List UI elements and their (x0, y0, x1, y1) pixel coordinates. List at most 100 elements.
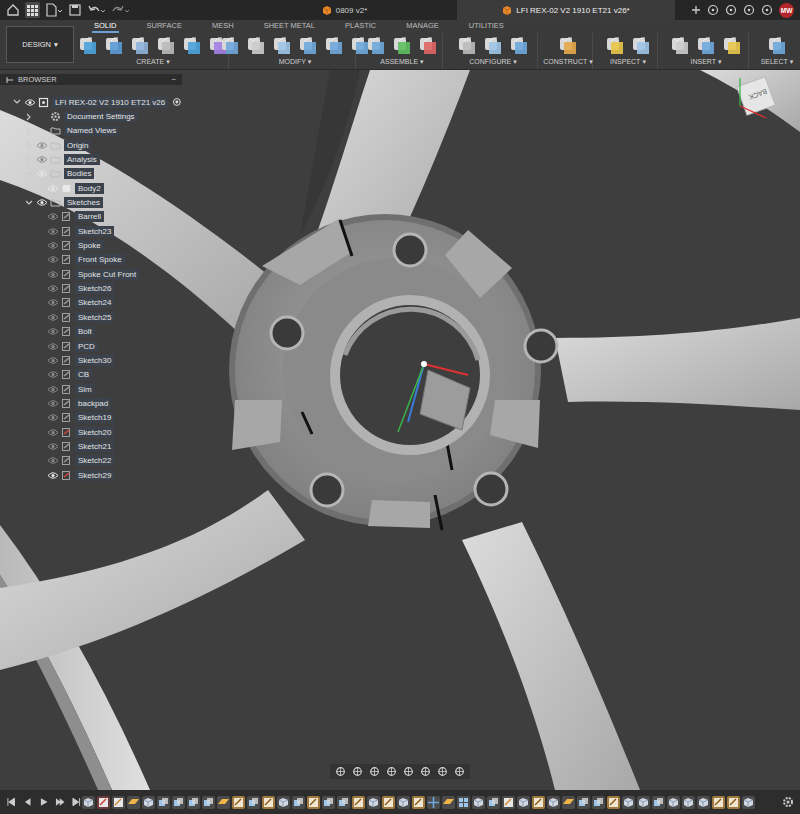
fit-icon[interactable] (403, 766, 414, 777)
visibility-toggle[interactable] (45, 284, 60, 293)
timeline-feature[interactable] (652, 796, 665, 809)
toolbar-group-menu[interactable]: CONSTRUCT▾ (543, 57, 592, 66)
visibility-toggle[interactable] (45, 270, 60, 279)
browser-item[interactable]: LFI REX-02 V2 1910 ET21 v26 (0, 95, 182, 109)
browser-item[interactable]: Barrell (0, 210, 182, 224)
go-to-start-icon[interactable] (6, 797, 16, 807)
orbit-icon[interactable] (335, 766, 346, 777)
browser-item[interactable]: backpad (0, 396, 182, 410)
timeline-feature[interactable] (532, 796, 545, 809)
toolbar-group-menu[interactable]: INSPECT▾ (610, 57, 646, 66)
browser-item[interactable]: Sketch24 (0, 296, 182, 310)
expand-toggle[interactable] (23, 113, 34, 121)
timeline-feature[interactable] (322, 796, 335, 809)
timeline-feature[interactable] (367, 796, 380, 809)
timeline-feature[interactable] (187, 796, 200, 809)
timeline-feature[interactable] (712, 796, 725, 809)
browser-item[interactable]: Sketch19 (0, 411, 182, 425)
visibility-toggle[interactable] (45, 212, 60, 221)
timeline-feature[interactable] (397, 796, 410, 809)
timeline-settings-icon[interactable] (782, 796, 794, 808)
visibility-toggle[interactable] (45, 342, 60, 351)
section-icon[interactable] (631, 35, 651, 55)
timeline-feature[interactable] (487, 796, 500, 809)
visibility-toggle[interactable] (45, 471, 60, 480)
browser-item[interactable]: Spoke Cut Front (0, 267, 182, 281)
browser-item[interactable]: Sketch20 (0, 425, 182, 439)
help-icon[interactable] (761, 4, 773, 16)
viewports-icon[interactable] (454, 766, 465, 777)
press-icon[interactable] (220, 35, 240, 55)
param-icon[interactable] (509, 35, 529, 55)
toolbar-tab[interactable]: MANAGE (404, 20, 441, 33)
data-panel-button[interactable] (25, 2, 40, 18)
pattern-icon[interactable] (182, 35, 202, 55)
browser-item[interactable]: CB (0, 368, 182, 382)
toolbar-group-menu[interactable]: CREATE▾ (136, 57, 169, 66)
undo-button[interactable] (87, 2, 106, 18)
toolbar-tab[interactable]: PLASTIC (343, 20, 378, 33)
config-icon[interactable] (483, 35, 503, 55)
redo-icon[interactable] (111, 3, 130, 17)
timeline-feature[interactable] (352, 796, 365, 809)
timeline-feature[interactable] (547, 796, 560, 809)
job-status-icon[interactable] (725, 4, 737, 16)
browser-item[interactable]: Sketch22 (0, 454, 182, 468)
browser-item[interactable]: Sketch29 (0, 468, 182, 482)
step-forward-icon[interactable] (55, 797, 65, 807)
visibility-toggle[interactable] (45, 399, 60, 408)
home-button[interactable] (6, 2, 20, 18)
timeline-feature[interactable] (577, 796, 590, 809)
browser-item[interactable]: Sketch30 (0, 353, 182, 367)
timeline-feature[interactable] (412, 796, 425, 809)
extensions-icon[interactable] (707, 4, 719, 16)
expand-toggle[interactable] (23, 199, 34, 207)
timeline-feature[interactable] (172, 796, 185, 809)
visibility-toggle[interactable] (45, 327, 60, 336)
timeline-feature[interactable] (502, 796, 515, 809)
browser-item[interactable]: Bolt (0, 325, 182, 339)
display-settings-icon[interactable] (420, 766, 431, 777)
redo-button[interactable] (111, 2, 130, 18)
visibility-toggle[interactable] (45, 313, 60, 322)
visibility-toggle[interactable] (45, 227, 60, 236)
expand-toggle[interactable] (23, 127, 34, 135)
timeline-feature[interactable] (592, 796, 605, 809)
expand-toggle[interactable] (23, 170, 34, 178)
save-button[interactable] (68, 2, 82, 18)
timeline-feature[interactable] (442, 796, 455, 809)
browser-item[interactable]: Sketch26 (0, 281, 182, 295)
timeline-feature[interactable] (382, 796, 395, 809)
timeline-feature[interactable] (562, 796, 575, 809)
save-icon[interactable] (68, 3, 82, 17)
table-icon[interactable] (457, 35, 477, 55)
visibility-toggle[interactable] (45, 442, 60, 451)
view-cube-face[interactable]: BACK (747, 88, 768, 101)
undo-icon[interactable] (87, 3, 106, 17)
toolbar-group-menu[interactable]: ASSEMBLE▾ (380, 57, 423, 66)
view-cube[interactable]: BACK (0, 70, 800, 150)
toolbar-group-menu[interactable]: MODIFY▾ (279, 57, 312, 66)
browser-item[interactable]: Body2 (0, 181, 182, 195)
go-to-end-icon[interactable] (72, 797, 82, 807)
user-avatar[interactable]: MW (779, 3, 794, 18)
move-icon[interactable] (350, 35, 370, 55)
visibility-toggle[interactable] (45, 385, 60, 394)
timeline-feature[interactable] (82, 796, 95, 809)
visibility-toggle[interactable] (45, 241, 60, 250)
timeline-feature[interactable] (697, 796, 710, 809)
browser-item[interactable]: Sim (0, 382, 182, 396)
browser-item[interactable]: Sketches (0, 195, 182, 209)
home-icon[interactable] (6, 3, 20, 17)
sketch-icon[interactable] (78, 35, 98, 55)
visibility-toggle[interactable] (45, 370, 60, 379)
document-tab[interactable]: LFI REX-02 V2 1910 ET21 v26* (457, 0, 675, 20)
timeline-feature[interactable] (667, 796, 680, 809)
file-menu[interactable] (45, 2, 63, 18)
box-icon[interactable] (104, 35, 124, 55)
timeline-feature[interactable] (202, 796, 215, 809)
toolbar-group-menu[interactable]: INSERT▾ (690, 57, 721, 66)
toolbar-tab[interactable]: SOLID (92, 20, 119, 33)
timeline-feature[interactable] (292, 796, 305, 809)
browser-item[interactable]: Sketch21 (0, 439, 182, 453)
